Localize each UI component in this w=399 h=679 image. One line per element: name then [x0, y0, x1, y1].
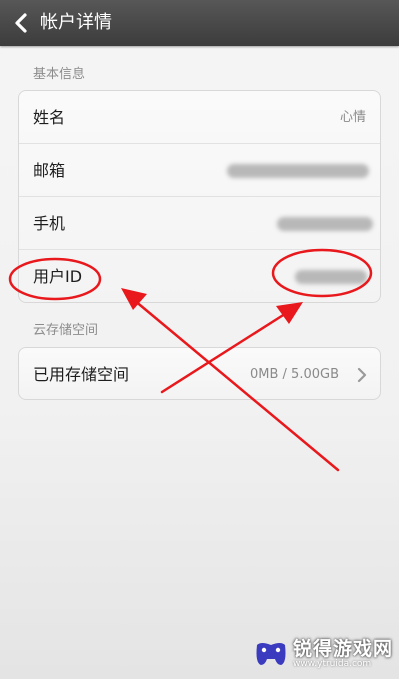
chevron-right-icon — [357, 367, 367, 383]
row-label-phone: 手机 — [33, 214, 66, 233]
watermark: 锐得游戏网 www.ytruida.com — [253, 633, 393, 675]
back-button[interactable] — [6, 7, 36, 39]
annotation-arrow-right-head — [276, 302, 303, 324]
phone-value-redacted — [277, 217, 373, 231]
row-value-name: 心情 — [339, 110, 366, 125]
row-label-user-id: 用户ID — [33, 267, 83, 286]
email-value-redacted — [227, 164, 369, 178]
watermark-text: 锐得游戏网 — [293, 638, 394, 660]
page-title: 帐户详情 — [40, 12, 112, 33]
watermark-url: www.ytruida.com — [293, 659, 372, 669]
section-label-cloud-storage: 云存储空间 — [33, 323, 99, 338]
storage-card: 已用存储空间 0MB / 5.00GB — [18, 347, 381, 400]
gamepad-logo-icon — [256, 643, 286, 665]
row-label-name: 姓名 — [33, 108, 66, 127]
user-id-value-redacted — [295, 270, 367, 284]
row-label-email: 邮箱 — [33, 161, 66, 180]
row-used-storage[interactable]: 已用存储空间 0MB / 5.00GB — [19, 348, 380, 399]
row-phone[interactable]: 手机 — [19, 197, 380, 250]
row-label-used-storage: 已用存储空间 — [33, 365, 130, 384]
row-name[interactable]: 姓名 心情 — [19, 91, 380, 144]
row-value-used-storage: 0MB / 5.00GB — [250, 367, 339, 382]
section-label-basic-info: 基本信息 — [33, 67, 86, 82]
row-user-id[interactable]: 用户ID — [19, 250, 380, 302]
basic-info-card: 姓名 心情 邮箱 手机 用户ID — [18, 90, 381, 303]
title-bar: 帐户详情 — [0, 0, 399, 46]
chevron-left-icon — [15, 13, 27, 33]
row-email[interactable]: 邮箱 — [19, 144, 380, 197]
